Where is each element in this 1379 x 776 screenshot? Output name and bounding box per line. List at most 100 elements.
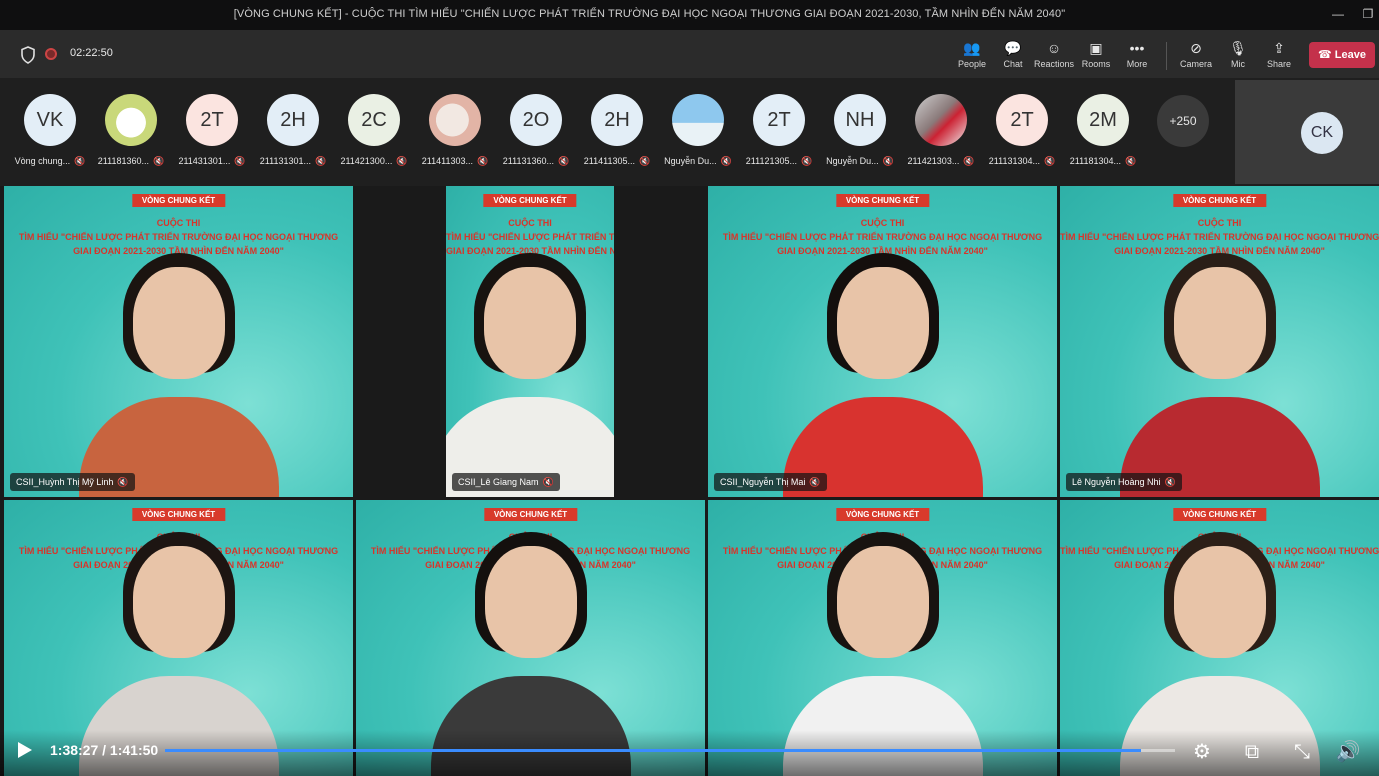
avatar: 2T: [996, 94, 1048, 146]
participant-name-row: 211411305... 🔇: [577, 156, 657, 167]
mic-off-icon: 🔇: [1044, 156, 1056, 166]
participant-name: Vòng chung...: [14, 156, 71, 166]
participant-item[interactable]: NH Nguyễn Du... 🔇: [820, 94, 900, 174]
avatar: 2M: [1077, 94, 1129, 146]
participant-item[interactable]: 2H 211131301... 🔇: [253, 94, 333, 174]
volume-icon[interactable]: 🔊: [1334, 738, 1362, 766]
miniplayer-icon[interactable]: ⧉: [1238, 738, 1266, 766]
participant-name: 211131301...: [259, 156, 311, 166]
chat-button[interactable]: 💬 Chat: [993, 38, 1033, 74]
participant-name: 211421300...: [340, 156, 393, 166]
mic-off-icon: 🔇: [809, 477, 821, 487]
rooms-icon: ▣: [1089, 40, 1103, 56]
participant-name: 211421303...: [907, 156, 960, 166]
slide-banner: VÒNG CHUNG KẾT: [483, 508, 578, 521]
participant-face: [1173, 267, 1266, 379]
participant-item[interactable]: VK Vòng chung... 🔇: [10, 94, 90, 174]
participant-video: [782, 247, 983, 497]
mic-off-icon: 🔇: [639, 156, 651, 166]
participant-item[interactable]: 2H 211411305... 🔇: [577, 94, 657, 174]
mic-button[interactable]: 🎙 Mic: [1218, 38, 1258, 74]
participant-name-row: 211131304... 🔇: [982, 156, 1062, 167]
video-tile[interactable]: VÒNG CHUNG KẾT CUỘC THI TÌM HIỂU "CHIẾN LƯ…: [4, 186, 353, 497]
mic-off-icon: 🔇: [801, 156, 813, 166]
slide-banner: VÒNG CHUNG KẾT: [1172, 508, 1267, 521]
progress-bar[interactable]: [165, 749, 1175, 752]
toolbar-button-label: Share: [1266, 59, 1292, 69]
avatar: 2C: [348, 94, 400, 146]
participant-name-row: 211121305... 🔇: [739, 156, 819, 167]
participant-item[interactable]: Nguyễn Du... 🔇: [658, 94, 738, 174]
video-grid: VÒNG CHUNG KẾT CUỘC THI TÌM HIỂU "CHIẾN LƯ…: [0, 186, 1379, 776]
leave-button[interactable]: ☎ Leave: [1309, 42, 1375, 68]
shield-icon: [21, 46, 35, 64]
self-preview: CK: [1235, 80, 1379, 184]
people-button[interactable]: 👥 People: [952, 38, 992, 74]
phone-hangup-icon: ☎: [1318, 49, 1332, 61]
participant-video: [446, 247, 614, 497]
reactions-button[interactable]: ☺ Reactions: [1034, 38, 1074, 74]
chat-icon: 💬: [1004, 40, 1022, 56]
video-tile[interactable]: VÒNG CHUNG KẾT CUỘC THI TÌM HIỂU "CHIẾN LƯ…: [1060, 186, 1379, 497]
participant-name-row: 211431301... 🔇: [172, 156, 252, 167]
participant-name: 211431301...: [178, 156, 231, 166]
participant-name-row: 211421300... 🔇: [334, 156, 414, 167]
maximize-icon[interactable]: ❐: [1360, 6, 1376, 22]
settings-icon[interactable]: ⚙: [1188, 738, 1216, 766]
more-button[interactable]: ••• More: [1117, 38, 1157, 74]
participant-name-row: 211181304... 🔇: [1063, 156, 1143, 167]
avatar: [672, 94, 724, 146]
participant-face: [132, 546, 225, 658]
participant-item[interactable]: 211411303... 🔇: [415, 94, 495, 174]
play-icon[interactable]: [18, 742, 32, 758]
slide-banner: VÒNG CHUNG KẾT: [1172, 194, 1267, 207]
avatar: 2H: [591, 94, 643, 146]
camera-button[interactable]: ⊘ Camera: [1176, 38, 1216, 74]
participant-face: [836, 267, 929, 379]
slide-headline-line: TÌM HIỂU "CHIẾN LƯỢC PHÁT TRIỂN TRƯỜNG Đ…: [722, 232, 1043, 242]
video-name-tag: Lê Nguyễn Hoàng Nhi 🔇: [1066, 473, 1182, 491]
mic-off-icon: 🎙: [1229, 40, 1247, 56]
share-icon: ⇪: [1273, 40, 1285, 56]
participant-item[interactable]: 2T 211131304... 🔇: [982, 94, 1062, 174]
participant-name-row: 211411303... 🔇: [415, 156, 495, 167]
rooms-button[interactable]: ▣ Rooms: [1076, 38, 1116, 74]
participant-item[interactable]: 2C 211421300... 🔇: [334, 94, 414, 174]
participant-name-row: Nguyễn Du... 🔇: [820, 156, 900, 167]
mic-off-icon: 🔇: [963, 156, 975, 166]
video-name-tag: CSII_Lê Giang Nam 🔇: [452, 473, 560, 491]
mic-off-icon: 🔇: [153, 156, 165, 166]
participant-item[interactable]: 2M 211181304... 🔇: [1063, 94, 1143, 174]
mic-off-icon: 🔇: [882, 156, 894, 166]
share-button[interactable]: ⇪ Share: [1259, 38, 1299, 74]
participant-item[interactable]: 211181360... 🔇: [91, 94, 171, 174]
participant-name-row: 211181360... 🔇: [91, 156, 171, 167]
mic-off-icon: 🔇: [234, 156, 246, 166]
video-tile[interactable]: VÒNG CHUNG KẾT CUỘC THI TÌM HIỂU "CHIẾN LƯ…: [708, 186, 1057, 497]
avatar: NH: [834, 94, 886, 146]
reactions-icon: ☺: [1046, 40, 1062, 56]
participant-item[interactable]: 2T 211431301... 🔇: [172, 94, 252, 174]
mic-off-icon: 🔇: [720, 156, 732, 166]
toolbar-divider: [1166, 42, 1167, 70]
avatar: [105, 94, 157, 146]
mic-off-icon: 🔇: [396, 156, 408, 166]
fullscreen-icon[interactable]: ⤡: [1288, 738, 1316, 766]
participant-item[interactable]: 2T 211121305... 🔇: [739, 94, 819, 174]
progress-bar-fill: [165, 749, 1142, 752]
mic-off-icon: 🔇: [542, 477, 554, 487]
video-name-tag: CSII_Huỳnh Thị Mỹ Linh 🔇: [10, 473, 135, 491]
video-participant-name: CSII_Nguyễn Thị Mai: [720, 477, 806, 487]
minimize-icon[interactable]: —: [1330, 6, 1346, 22]
slide-headline-line: CUỘC THI: [508, 218, 552, 228]
slide-headline-line: TÌM HIỂU "CHIẾN LƯỢC PHÁT TRIỂN TRƯỜNG Đ…: [1060, 232, 1379, 242]
participant-item[interactable]: 211421303... 🔇: [901, 94, 981, 174]
window-title-bar: [VÒNG CHUNG KẾT] - CUỘC THI TÌM HIỂU "CH…: [0, 0, 1379, 30]
slide-headline-line: TÌM HIỂU "CHIẾN LƯỢC PHÁT TRIỂN TRƯỜNG Đ…: [446, 232, 614, 242]
more-participants-button[interactable]: +250: [1157, 95, 1209, 147]
slide-banner: VÒNG CHUNG KẾT: [835, 508, 930, 521]
slide-headline-line: CUỘC THI: [156, 218, 201, 228]
participant-video: [1119, 247, 1320, 497]
participant-item[interactable]: 2O 211131360... 🔇: [496, 94, 576, 174]
video-tile[interactable]: VÒNG CHUNG KẾT CUỘC THI TÌM HIỂU "CHIẾN LƯ…: [446, 186, 614, 497]
